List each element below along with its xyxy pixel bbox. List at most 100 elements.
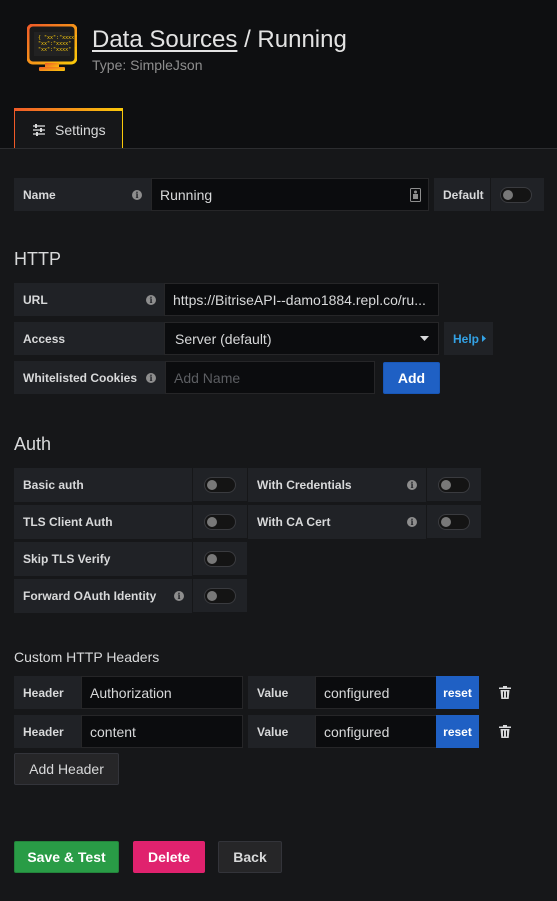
toggle-knob: [207, 480, 217, 490]
url-label-text: URL: [23, 292, 48, 307]
page-subtitle: Type: SimpleJson: [92, 57, 203, 73]
access-help-button[interactable]: Help: [444, 322, 493, 355]
default-label: Default: [434, 178, 490, 211]
with-credentials-toggle[interactable]: [438, 477, 470, 493]
cookies-input[interactable]: Add Name: [165, 361, 375, 394]
trash-icon[interactable]: [499, 725, 511, 738]
name-input[interactable]: Running: [151, 178, 429, 211]
svg-text:"xx":"xxxx" }: "xx":"xxxx" }: [38, 47, 77, 53]
header-value-label-text: Value: [257, 685, 289, 700]
http-section-title: HTTP: [14, 249, 61, 269]
header-name-value: content: [90, 723, 136, 740]
cookies-input-placeholder: Add Name: [174, 369, 241, 386]
with-ca-cert-toggle[interactable]: [438, 514, 470, 530]
header-label-text: Header: [23, 685, 64, 700]
access-select[interactable]: Server (default): [164, 322, 439, 355]
name-info-icon[interactable]: i: [132, 190, 142, 200]
forward-oauth-info-icon[interactable]: i: [174, 591, 184, 601]
sliders-icon: [33, 124, 45, 136]
tls-client-auth-toggle[interactable]: [204, 514, 236, 530]
toggle-knob: [207, 554, 217, 564]
header-value-text: configured: [324, 684, 390, 701]
header-value-input[interactable]: configured: [315, 676, 437, 709]
basic-auth-label-text: Basic auth: [23, 478, 84, 492]
default-toggle[interactable]: [500, 187, 532, 203]
header-name-input[interactable]: Authorization: [81, 676, 243, 709]
default-label-text: Default: [443, 187, 484, 202]
header-value-label-text: Value: [257, 724, 289, 739]
name-input-value: Running: [160, 186, 213, 203]
reset-label: reset: [443, 724, 472, 739]
password-manager-icon[interactable]: [410, 188, 421, 202]
with-ca-cert-label-text: With CA Cert: [257, 515, 331, 529]
header-reset-button[interactable]: reset: [436, 676, 479, 709]
caret-down-icon: [420, 336, 429, 341]
whitelisted-cookies-label: Whitelisted Cookies: [14, 361, 165, 394]
save-and-test-label: Save & Test: [27, 849, 106, 865]
basic-auth-toggle[interactable]: [204, 477, 236, 493]
add-cookie-label: Add: [397, 370, 426, 386]
tab-settings[interactable]: Settings: [14, 108, 123, 150]
breadcrumb-datasources-link[interactable]: Data Sources: [92, 26, 237, 53]
header-value-label: Value: [248, 676, 315, 709]
caret-right-icon: [482, 335, 487, 342]
toggle-knob: [441, 480, 451, 490]
cookies-label-text: Whitelisted Cookies: [23, 370, 138, 385]
add-header-button[interactable]: Add Header: [14, 753, 119, 785]
forward-oauth-label: Forward OAuth Identity: [14, 579, 192, 613]
header-label: Header: [14, 715, 81, 748]
tab-settings-label: Settings: [55, 122, 106, 138]
skip-tls-verify-label-text: Skip TLS Verify: [23, 552, 111, 566]
header-label: Header: [14, 676, 81, 709]
access-label-text: Access: [23, 331, 66, 346]
back-button[interactable]: Back: [218, 841, 282, 873]
access-select-value: Server (default): [175, 330, 272, 347]
datasource-logo-icon: { "xx":"xxxx" "xx":"xxxx" "xx":"xxxx" }: [26, 23, 78, 72]
url-label: URL: [14, 283, 164, 316]
access-label: Access: [14, 322, 164, 355]
trash-icon[interactable]: [499, 686, 511, 699]
header-value-label: Value: [248, 715, 315, 748]
forward-oauth-toggle[interactable]: [204, 588, 236, 604]
reset-label: reset: [443, 685, 472, 700]
toggle-knob: [503, 190, 513, 200]
tls-client-auth-label-text: TLS Client Auth: [23, 515, 113, 529]
custom-headers-title: Custom HTTP Headers: [14, 649, 160, 665]
add-header-label: Add Header: [29, 761, 104, 777]
url-info-icon[interactable]: i: [146, 295, 156, 305]
save-and-test-button[interactable]: Save & Test: [14, 841, 119, 873]
with-credentials-info-icon[interactable]: i: [407, 480, 417, 490]
skip-tls-verify-label: Skip TLS Verify: [14, 542, 192, 576]
add-cookie-button[interactable]: Add: [383, 362, 440, 394]
header-value-input[interactable]: configured: [315, 715, 437, 748]
breadcrumb-separator: /: [237, 26, 258, 53]
header-reset-button[interactable]: reset: [436, 715, 479, 748]
name-label-text: Name: [23, 187, 56, 202]
basic-auth-label: Basic auth: [14, 468, 192, 502]
header-value-text: configured: [324, 723, 390, 740]
page-title: Data Sources / Running: [92, 26, 347, 54]
help-label-text: Help: [453, 331, 480, 346]
with-ca-cert-info-icon[interactable]: i: [407, 517, 417, 527]
header-name-input[interactable]: content: [81, 715, 243, 748]
delete-button[interactable]: Delete: [133, 841, 205, 873]
tls-client-auth-label: TLS Client Auth: [14, 505, 192, 539]
toggle-knob: [207, 591, 217, 601]
skip-tls-verify-toggle[interactable]: [204, 551, 236, 567]
url-input[interactable]: https://BitriseAPI--damo1884.repl.co/ru.…: [164, 283, 439, 316]
name-label: Name: [14, 178, 151, 211]
header-name-value: Authorization: [90, 684, 172, 701]
delete-label: Delete: [147, 849, 191, 865]
toggle-knob: [207, 517, 217, 527]
url-input-value: https://BitriseAPI--damo1884.repl.co/ru.…: [173, 291, 426, 308]
with-credentials-label-text: With Credentials: [257, 478, 352, 492]
header-label-text: Header: [23, 724, 64, 739]
cookies-info-icon[interactable]: i: [146, 373, 156, 383]
page-header: { "xx":"xxxx" "xx":"xxxx" "xx":"xxxx" } …: [0, 0, 557, 150]
tabbar-divider: [0, 148, 557, 149]
with-credentials-label: With Credentials: [248, 468, 426, 502]
forward-oauth-label-text: Forward OAuth Identity: [23, 589, 157, 603]
datasource-name-title: Running: [257, 26, 347, 53]
auth-section-title: Auth: [14, 434, 52, 454]
toggle-knob: [441, 517, 451, 527]
